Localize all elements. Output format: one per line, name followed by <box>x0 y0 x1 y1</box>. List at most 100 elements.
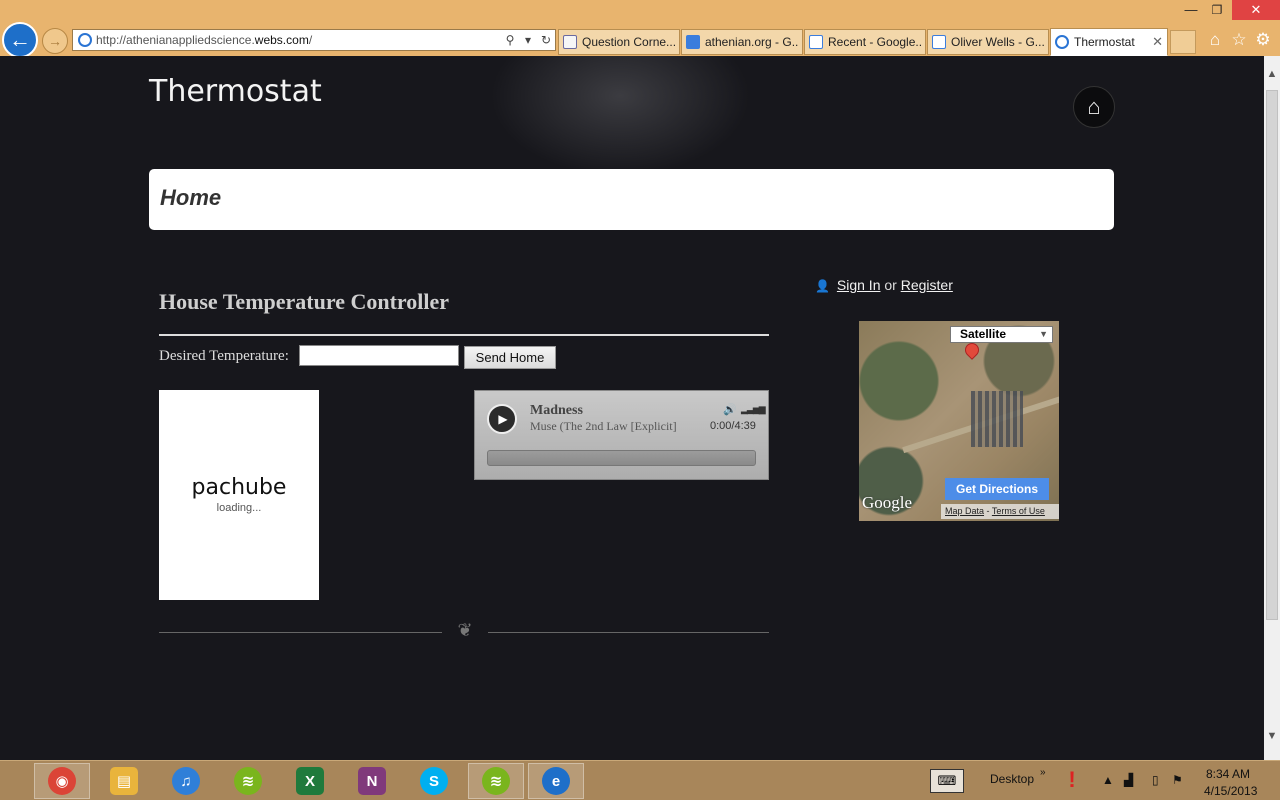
taskbar-onenote[interactable]: N <box>344 763 400 799</box>
folder-icon: ▤ <box>110 767 138 795</box>
battery-icon[interactable]: ▯ <box>1152 773 1159 787</box>
refresh-icon[interactable]: ↻ <box>537 33 555 47</box>
taskbar-itunes[interactable]: ♫ <box>158 763 214 799</box>
taskbar: ◉ ▤ ♫ ≋ X N S ≋ e ⌨ Desktop » ! ▲ ▟ ▯ ⚑ … <box>0 760 1280 800</box>
map-solar-array <box>971 391 1023 447</box>
chrome-icon: ◉ <box>48 767 76 795</box>
nav-home-link[interactable]: Home <box>160 185 221 211</box>
chevron-down-icon: ▼ <box>1039 329 1048 339</box>
temperature-label: Desired Temperature: <box>159 348 289 364</box>
volume-level-icon[interactable]: ▂▃▅▆ <box>741 404 766 415</box>
close-window-button[interactable]: ✕ <box>1232 0 1280 20</box>
restore-button[interactable]: ❐ <box>1204 0 1230 20</box>
taskbar-skype[interactable]: S <box>406 763 462 799</box>
play-icon: ▶ <box>498 412 508 426</box>
google-favicon <box>686 35 700 49</box>
itunes-icon: ♫ <box>172 767 200 795</box>
tab-question-corner[interactable]: Question Corne... <box>558 29 680 55</box>
network-icon[interactable]: ▟ <box>1124 773 1133 787</box>
tab-oliver-wells[interactable]: Oliver Wells - G... <box>927 29 1049 55</box>
ie-favicon <box>1055 35 1069 49</box>
site-title: Thermostat <box>149 74 322 109</box>
scroll-up-icon[interactable]: ▲ <box>1264 68 1280 84</box>
taskbar-internet-explorer[interactable]: e <box>528 763 584 799</box>
home-icon[interactable]: ⌂ <box>1204 30 1226 50</box>
dropdown-icon[interactable]: ▾ <box>519 33 537 47</box>
spotify-icon: ≋ <box>482 767 510 795</box>
pachube-logo: pachube <box>191 475 287 500</box>
footer-divider-right <box>488 632 769 633</box>
location-map[interactable]: Satellite ▼ Get Directions Google Map Da… <box>859 321 1059 521</box>
address-bar[interactable]: http://athenianappliedscience.webs.com/ … <box>72 29 556 51</box>
new-tab-button[interactable] <box>1170 30 1196 54</box>
url-text[interactable]: http://athenianappliedscience.webs.com/ <box>96 33 501 47</box>
search-icon[interactable]: ⚲ <box>501 33 519 47</box>
play-button[interactable]: ▶ <box>487 404 517 434</box>
clock-date[interactable]: 4/15/2013 <box>1204 784 1257 798</box>
skype-icon: S <box>420 767 448 795</box>
google-drive-favicon <box>932 35 946 49</box>
star-icon[interactable]: ☆ <box>1228 30 1250 50</box>
minimize-button[interactable]: — <box>1178 0 1204 20</box>
track-progress-bar[interactable] <box>487 450 756 466</box>
google-logo: Google <box>862 493 913 512</box>
alert-icon[interactable]: ! <box>1058 767 1086 795</box>
auth-or-text: or <box>884 277 897 293</box>
register-link[interactable]: Register <box>901 277 953 293</box>
tab-label: Recent - Google... <box>828 35 921 49</box>
scroll-down-icon[interactable]: ▼ <box>1264 730 1280 746</box>
map-data-link[interactable]: Map Data <box>945 506 984 516</box>
map-type-select[interactable]: Satellite ▼ <box>950 326 1053 343</box>
taskbar-chrome[interactable]: ◉ <box>34 763 90 799</box>
taskbar-spotify-running[interactable]: ≋ <box>468 763 524 799</box>
taskbar-excel[interactable]: X <box>282 763 338 799</box>
back-arrow-icon: ← <box>9 27 31 52</box>
clock-time[interactable]: 8:34 AM <box>1206 767 1250 781</box>
map-legal-separator: - <box>986 506 990 516</box>
track-artist: Muse (The 2nd Law [Explicit] <box>530 419 677 433</box>
tab-athenian[interactable]: athenian.org - G... <box>681 29 803 55</box>
show-hidden-icons-icon[interactable]: ▲ <box>1102 773 1114 787</box>
home-icon: ⌂ <box>1087 94 1101 119</box>
tab-label: Question Corne... <box>582 35 675 49</box>
get-directions-button[interactable]: Get Directions <box>945 478 1049 500</box>
keyboard-icon[interactable]: ⌨ <box>930 769 964 793</box>
google-drive-favicon <box>809 35 823 49</box>
volume-icon[interactable]: 🔊 <box>723 403 737 416</box>
flag-icon[interactable]: ⚑ <box>1172 773 1183 787</box>
taskbar-file-explorer[interactable]: ▤ <box>96 763 152 799</box>
heading-divider <box>159 334 769 336</box>
onenote-icon: N <box>358 767 386 795</box>
sign-in-link[interactable]: Sign In <box>837 277 881 293</box>
gear-icon[interactable]: ⚙ <box>1252 30 1274 50</box>
desktop-toolbar-label[interactable]: Desktop <box>990 772 1034 786</box>
map-pin-icon[interactable] <box>962 340 982 360</box>
music-player: ▶ Madness Muse (The 2nd Law [Explicit] 🔊… <box>474 390 769 480</box>
temperature-input[interactable] <box>299 345 459 366</box>
auth-links: 👤 Sign In or Register <box>815 277 953 293</box>
shield-favicon <box>563 35 577 49</box>
chevron-icon[interactable]: » <box>1040 767 1046 778</box>
header-glow <box>490 56 750 176</box>
terms-link[interactable]: Terms of Use <box>992 506 1045 516</box>
close-tab-icon[interactable]: ✕ <box>1146 34 1163 50</box>
browser-chrome: — ❐ ✕ ← → http://athenianappliedscience.… <box>0 0 1280 58</box>
footer-divider-left <box>159 632 442 633</box>
forward-arrow-icon: → <box>48 33 62 49</box>
map-type-label: Satellite <box>960 327 1007 341</box>
scroll-thumb[interactable] <box>1266 90 1278 620</box>
ie-icon: e <box>542 767 570 795</box>
tab-label: athenian.org - G... <box>705 35 798 49</box>
back-button[interactable]: ← <box>2 22 38 58</box>
spotify-icon: ≋ <box>234 767 262 795</box>
send-home-button[interactable]: Send Home <box>464 346 556 369</box>
taskbar-spotify[interactable]: ≋ <box>220 763 276 799</box>
site-home-button[interactable]: ⌂ <box>1073 86 1115 128</box>
track-title: Madness <box>530 403 583 418</box>
pachube-status: loading... <box>216 502 262 514</box>
forward-button[interactable]: → <box>42 28 68 54</box>
tab-thermostat[interactable]: Thermostat ✕ <box>1050 28 1168 56</box>
tab-recent-google[interactable]: Recent - Google... <box>804 29 926 55</box>
vertical-scrollbar[interactable]: ▲ ▼ <box>1264 56 1280 760</box>
nav-banner: Home <box>149 169 1114 230</box>
